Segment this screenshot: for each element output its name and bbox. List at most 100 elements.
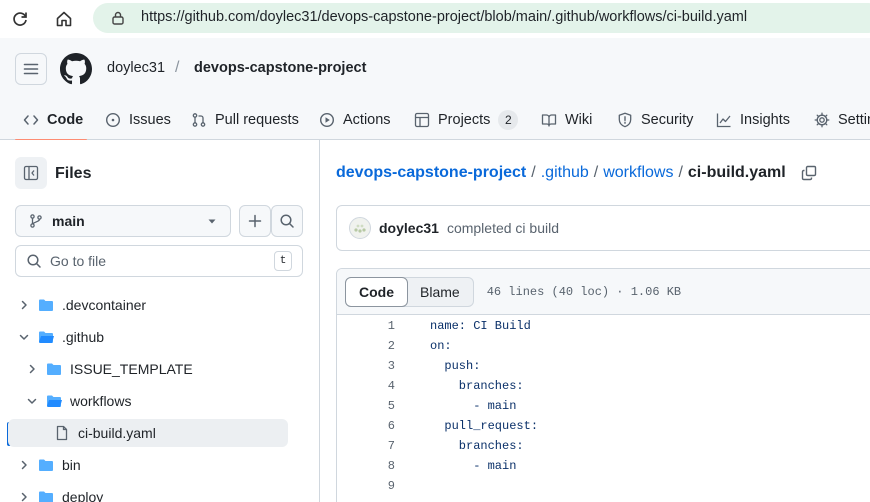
book-icon — [541, 114, 557, 127]
search-code-button[interactable] — [271, 205, 303, 237]
url-text[interactable]: https://github.com/doylec31/devops-capst… — [141, 9, 747, 25]
file-header: Code Blame 46 lines (40 loc) · 1.06 KB — [337, 269, 870, 315]
tab-projects[interactable]: Projects 2 — [414, 100, 519, 140]
blame-view-button[interactable]: Blame — [407, 278, 473, 306]
branch-name: main — [52, 213, 85, 229]
folder-icon — [46, 361, 62, 377]
commit-message-link[interactable]: completed ci build — [447, 220, 559, 236]
folder-open-icon — [38, 329, 54, 345]
chevron-right-icon[interactable] — [16, 457, 32, 473]
plus-icon — [248, 214, 262, 228]
tab-wiki[interactable]: Wiki — [541, 100, 592, 140]
code-line: 6 pull_request: — [337, 416, 870, 436]
breadcrumb-current-file: ci-build.yaml — [687, 164, 786, 181]
line-number[interactable]: 2 — [337, 339, 395, 353]
go-to-file-input[interactable] — [50, 253, 266, 269]
tab-label: Issues — [129, 112, 171, 128]
tree-item-issue-template[interactable]: ISSUE_TEMPLATE — [8, 355, 288, 383]
code-line: 3 push: — [337, 356, 870, 376]
chevron-right-icon[interactable] — [16, 297, 32, 313]
line-number[interactable]: 5 — [337, 399, 395, 413]
tab-pull-requests[interactable]: Pull requests — [191, 100, 299, 140]
global-menu-button[interactable] — [15, 53, 47, 85]
branch-selector[interactable]: main — [15, 205, 231, 237]
tab-settings[interactable]: Settings — [814, 100, 870, 140]
play-icon — [319, 112, 335, 128]
chevron-down-icon[interactable] — [24, 393, 40, 409]
hamburger-icon — [23, 63, 39, 75]
repo-name-link[interactable]: devops-capstone-project — [194, 60, 366, 76]
home-icon — [56, 11, 72, 27]
line-number[interactable]: 3 — [337, 359, 395, 373]
tree-item-workflows[interactable]: workflows — [8, 387, 288, 415]
home-button[interactable] — [52, 7, 76, 31]
collapse-file-tree-button[interactable] — [15, 157, 47, 189]
tree-item-deploy[interactable]: deploy — [8, 483, 288, 502]
code-line: 7 branches: — [337, 436, 870, 456]
repo-owner-link[interactable]: doylec31 — [107, 60, 165, 76]
tree-item-ci-build-yaml[interactable]: ci-build.yaml — [8, 419, 288, 447]
tab-issues[interactable]: Issues — [105, 100, 171, 140]
site-info-icon[interactable] — [110, 10, 126, 26]
tab-label: Actions — [343, 112, 391, 128]
tab-code[interactable]: Code — [23, 100, 83, 140]
breadcrumb-workflows-link[interactable]: workflows — [603, 164, 673, 182]
code-line: 8 - main — [337, 456, 870, 476]
reload-button[interactable] — [8, 7, 32, 31]
view-mode-toggle: Code Blame — [345, 276, 474, 307]
tab-security[interactable]: Security — [617, 100, 693, 140]
tab-insights[interactable]: Insights — [716, 100, 790, 140]
tree-item-label: ci-build.yaml — [78, 425, 156, 441]
graph-icon — [716, 113, 731, 128]
line-number[interactable]: 7 — [337, 439, 395, 453]
projects-count-badge: 2 — [498, 110, 519, 130]
shield-icon — [618, 112, 632, 128]
folder-icon — [38, 489, 54, 502]
tab-label: Code — [47, 112, 84, 128]
keyboard-shortcut-hint: t — [274, 251, 292, 271]
file-icon — [54, 425, 70, 441]
line-text: pull_request: — [430, 419, 539, 433]
line-number[interactable]: 9 — [337, 479, 395, 493]
breadcrumb-github-link[interactable]: .github — [541, 164, 589, 182]
github-logo-icon[interactable] — [60, 53, 92, 85]
code-line: 1 name: CI Build — [337, 316, 870, 336]
address-bar[interactable]: https://github.com/doylec31/devops-capst… — [93, 3, 870, 33]
browser-toolbar: https://github.com/doylec31/devops-capst… — [0, 0, 870, 38]
tab-actions[interactable]: Actions — [319, 100, 391, 140]
breadcrumb-separator: / — [678, 164, 683, 181]
chevron-right-icon[interactable] — [16, 489, 32, 502]
breadcrumb: devops-capstone-project / .github / work… — [336, 164, 818, 182]
line-text: - main — [430, 459, 517, 473]
chevron-right-icon[interactable] — [24, 361, 40, 377]
tree-item-github[interactable]: .github — [8, 323, 288, 351]
go-to-file-field[interactable]: t — [15, 245, 303, 277]
line-text: branches: — [430, 379, 524, 393]
tab-label: Pull requests — [215, 112, 299, 128]
chevron-down-icon[interactable] — [16, 329, 32, 345]
line-text: push: — [430, 359, 481, 373]
line-number[interactable]: 1 — [337, 319, 395, 333]
tab-label: Settings — [838, 112, 870, 128]
search-icon — [280, 214, 294, 228]
avatar[interactable] — [349, 217, 371, 239]
tree-item-label: .devcontainer — [62, 297, 147, 313]
tab-label: Insights — [740, 112, 790, 128]
commit-author-link[interactable]: doylec31 — [379, 220, 439, 236]
line-number[interactable]: 8 — [337, 459, 395, 473]
reload-icon — [13, 12, 27, 26]
tree-item-label: workflows — [70, 393, 132, 409]
tree-item-devcontainer[interactable]: .devcontainer — [8, 291, 288, 319]
code-view-button[interactable]: Code — [345, 276, 408, 307]
breadcrumb-repo-link[interactable]: devops-capstone-project — [336, 164, 526, 182]
tab-label: Wiki — [565, 112, 593, 128]
code-line: 2 on: — [337, 336, 870, 356]
path-separator: / — [175, 59, 180, 76]
line-number[interactable]: 6 — [337, 419, 395, 433]
add-file-button[interactable] — [239, 205, 271, 237]
copy-path-button[interactable] — [800, 164, 818, 182]
line-text: on: — [430, 339, 452, 353]
line-number[interactable]: 4 — [337, 379, 395, 393]
repo-header: doylec31 / devops-capstone-project Code … — [0, 38, 870, 141]
tree-item-bin[interactable]: bin — [8, 451, 288, 479]
